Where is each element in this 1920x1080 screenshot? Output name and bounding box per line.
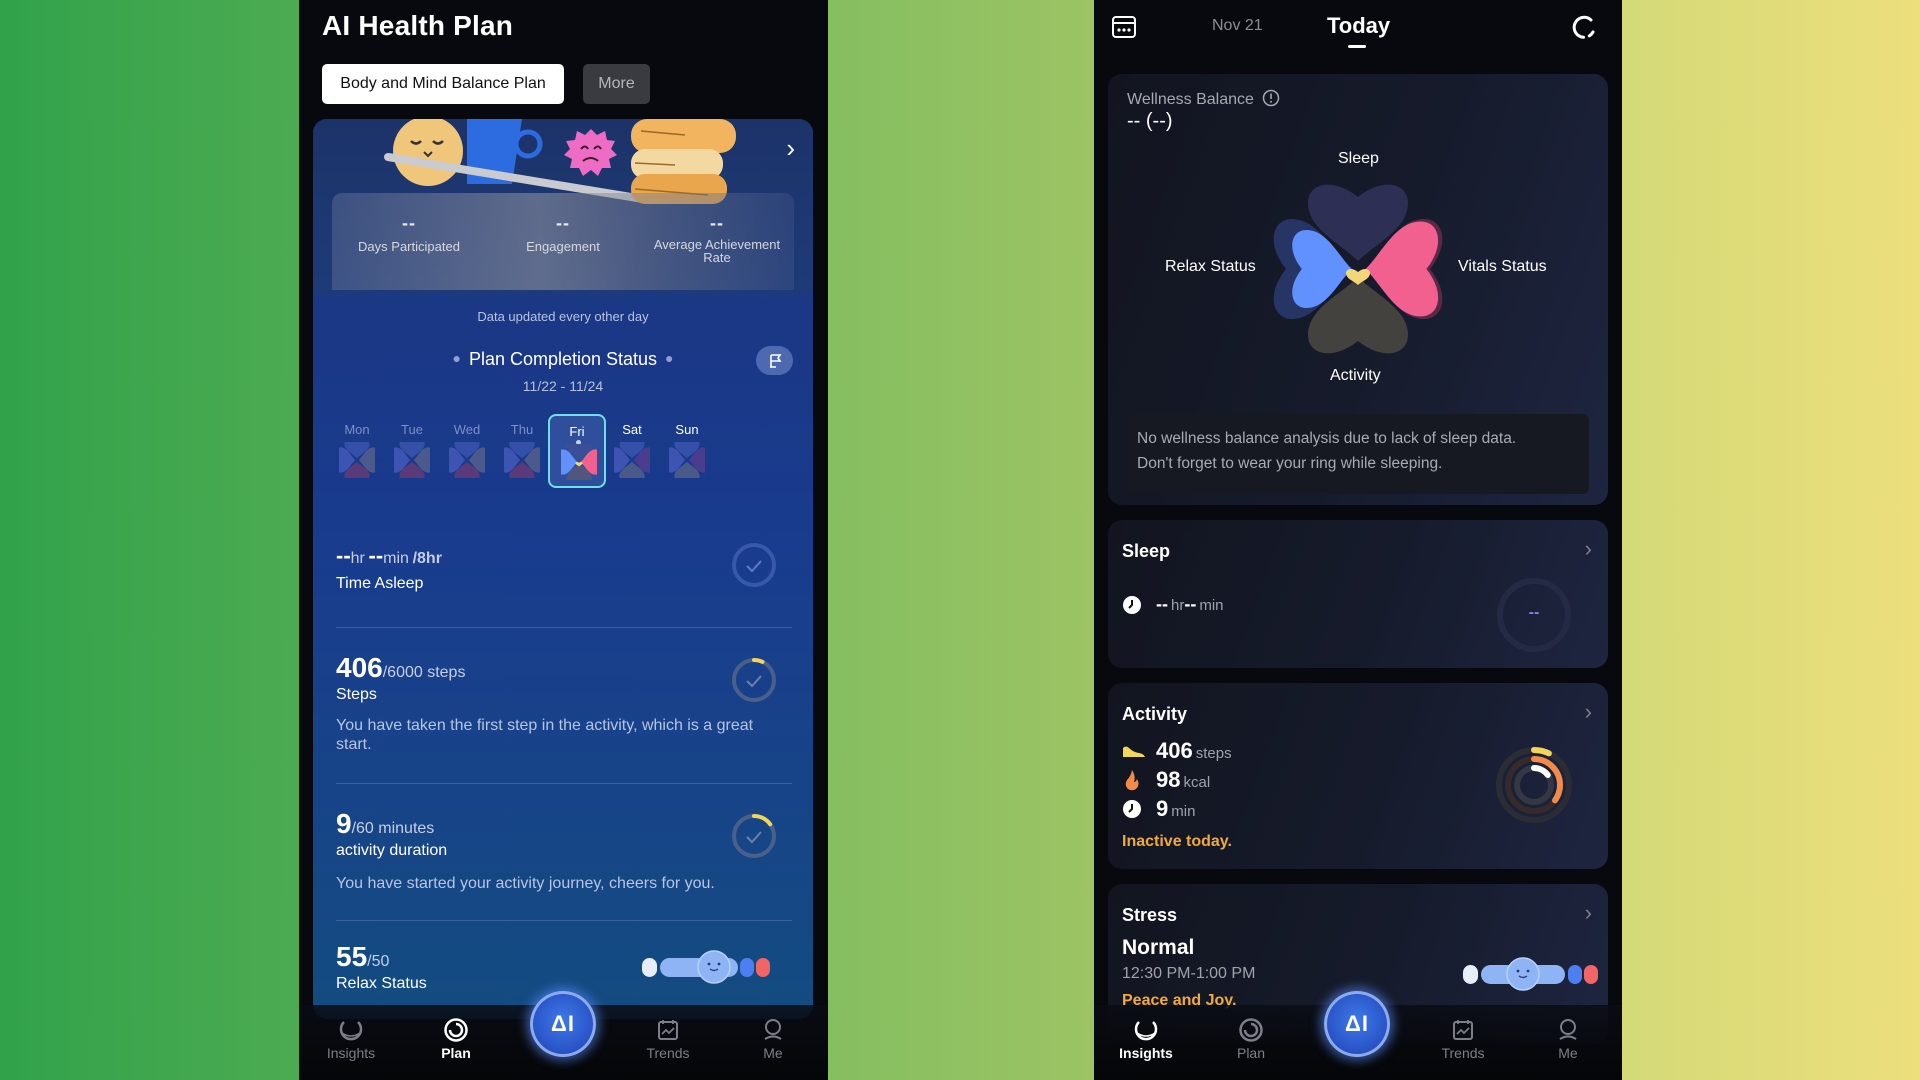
- nav-insights[interactable]: Insights: [316, 1017, 386, 1061]
- wellness-balance-card[interactable]: Wellness Balance -- (--) Sleep Relax Sta…: [1108, 74, 1608, 505]
- activity-calories: 98 kcal: [1122, 767, 1210, 793]
- flag-button[interactable]: [756, 346, 793, 375]
- clover-icon: [394, 442, 430, 478]
- metric-activity-duration[interactable]: 9/60 minutes activity duration You have …: [336, 808, 776, 893]
- chevron-right-icon: ›: [1584, 900, 1592, 925]
- activity-card[interactable]: Activity › 406 steps 98 kcal 9 min Inactive…: [1108, 683, 1608, 869]
- stress-level: Normal: [1122, 936, 1195, 959]
- nav-insights[interactable]: Insights: [1111, 1017, 1181, 1061]
- stat-days-participated: -- Days Participated: [358, 213, 460, 254]
- duration-progress-ring: [732, 814, 776, 858]
- date-tab-today[interactable]: Today: [1327, 13, 1390, 39]
- shoe-icon: [1123, 746, 1145, 757]
- clover-icon: [449, 442, 485, 478]
- sleep-score: --: [1528, 604, 1540, 621]
- completion-title: ● Plan Completion Status ●: [452, 349, 674, 369]
- label-activity: Activity: [1330, 367, 1381, 384]
- plan-icon: [444, 1018, 468, 1042]
- bottom-nav: Insights Plan ΔI Trends Me: [1094, 991, 1622, 1080]
- activity-rings: [1496, 747, 1572, 823]
- wellness-notice: No wellness balance analysis due to lack…: [1127, 414, 1589, 494]
- nav-me[interactable]: Me: [738, 1017, 808, 1061]
- clover-icon: [669, 442, 705, 478]
- clover-icon: [339, 442, 375, 478]
- activity-status: Inactive today.: [1122, 833, 1232, 850]
- nav-trends[interactable]: Trends: [633, 1017, 703, 1061]
- profile-icon: [764, 1019, 782, 1040]
- stat-avg-achievement: -- Average Achievement Rate: [653, 213, 781, 265]
- sleep-progress-ring: [732, 543, 776, 587]
- chevron-right-icon: ›: [1584, 536, 1592, 561]
- day-wed[interactable]: Wed: [438, 414, 496, 488]
- ai-assistant-icon: ΔI: [1345, 1011, 1369, 1036]
- day-thu[interactable]: Thu: [493, 414, 551, 488]
- flag-icon: [769, 353, 781, 368]
- clock-icon: [1123, 596, 1141, 614]
- label-relax: Relax Status: [1165, 258, 1256, 275]
- day-tue[interactable]: Tue: [383, 414, 441, 488]
- label-sleep: Sleep: [1338, 150, 1379, 167]
- nav-plan[interactable]: Plan: [1216, 1017, 1286, 1061]
- tab-indicator: [1348, 45, 1366, 48]
- wellness-title: Wellness Balance: [1127, 89, 1280, 109]
- day-sat[interactable]: Sat: [603, 414, 661, 488]
- insights-icon: [339, 1021, 363, 1041]
- sync-loading-icon[interactable]: [1569, 14, 1597, 42]
- bottom-nav: Insights Plan ΔI Trends Me: [299, 991, 828, 1080]
- trends-icon: [658, 1020, 678, 1040]
- nav-plan[interactable]: Plan: [421, 1017, 491, 1061]
- nav-me[interactable]: Me: [1533, 1017, 1603, 1061]
- clock-icon: [1123, 800, 1141, 818]
- day-fri[interactable]: Fri: [548, 414, 606, 488]
- clover-icon: [561, 444, 597, 480]
- ai-assistant-icon: ΔI: [551, 1011, 575, 1036]
- stress-time: 12:30 PM-1:00 PM: [1122, 965, 1256, 982]
- clover-icon: [504, 442, 540, 478]
- divider: [336, 783, 792, 784]
- sleep-duration: -- hr -- min: [1122, 594, 1224, 616]
- divider: [336, 920, 792, 921]
- day-sun[interactable]: Sun: [658, 414, 716, 488]
- metric-relax-status[interactable]: 55/50 Relax Status: [336, 941, 427, 993]
- chevron-right-icon: ›: [1584, 699, 1592, 724]
- clover-icon: [614, 442, 650, 478]
- insights-icon: [1134, 1021, 1158, 1041]
- trends-icon: [1453, 1020, 1473, 1040]
- stress-level-slider: [1463, 957, 1598, 991]
- stat-engagement: -- Engagement: [526, 213, 600, 254]
- info-icon[interactable]: [1262, 89, 1280, 107]
- divider: [336, 627, 792, 628]
- ai-assistant-button[interactable]: ΔI: [1324, 991, 1390, 1057]
- health-plan-screen: AI Health Plan Body and Mind Balance Pla…: [299, 0, 828, 1080]
- metric-time-asleep[interactable]: --hr --min /8hr Time Asleep: [336, 543, 442, 593]
- tab-more[interactable]: More: [583, 64, 650, 104]
- day-mon[interactable]: Mon: [328, 414, 386, 488]
- nav-trends[interactable]: Trends: [1428, 1017, 1498, 1061]
- steps-progress-ring: [732, 658, 776, 702]
- chevron-right-icon[interactable]: ›: [786, 133, 795, 164]
- activity-steps: 406 steps: [1122, 738, 1232, 764]
- relax-level-slider: [642, 950, 770, 984]
- date-tab-prev[interactable]: Nov 21: [1212, 17, 1263, 35]
- insights-screen: Nov 21 Today Wellness Balance -- (--) Sl…: [1094, 0, 1622, 1080]
- tab-body-mind-plan[interactable]: Body and Mind Balance Plan: [322, 64, 564, 104]
- plan-icon: [1239, 1018, 1263, 1042]
- profile-icon: [1559, 1019, 1577, 1040]
- activity-minutes: 9 min: [1122, 796, 1195, 822]
- label-vitals: Vitals Status: [1458, 258, 1547, 275]
- calendar-icon[interactable]: [1111, 14, 1137, 40]
- flame-icon: [1125, 770, 1139, 791]
- plan-stats: -- Days Participated -- Engagement -- Av…: [332, 193, 794, 290]
- sleep-card[interactable]: Sleep › -- hr -- min --: [1108, 520, 1608, 668]
- ai-assistant-button[interactable]: ΔI: [530, 991, 596, 1057]
- metric-steps[interactable]: 406/6000 steps Steps You have taken the …: [336, 652, 776, 754]
- page-title: AI Health Plan: [322, 10, 514, 41]
- date-range: 11/22 - 11/24: [522, 378, 604, 394]
- clover-center-heart: [1346, 269, 1370, 285]
- plan-card: › -- Days Participated -- Engagement -- …: [313, 119, 813, 1019]
- wellness-score: -- (--): [1127, 110, 1173, 132]
- update-note: Data updated every other day: [477, 309, 649, 324]
- wellness-clover-chart: [1273, 184, 1443, 354]
